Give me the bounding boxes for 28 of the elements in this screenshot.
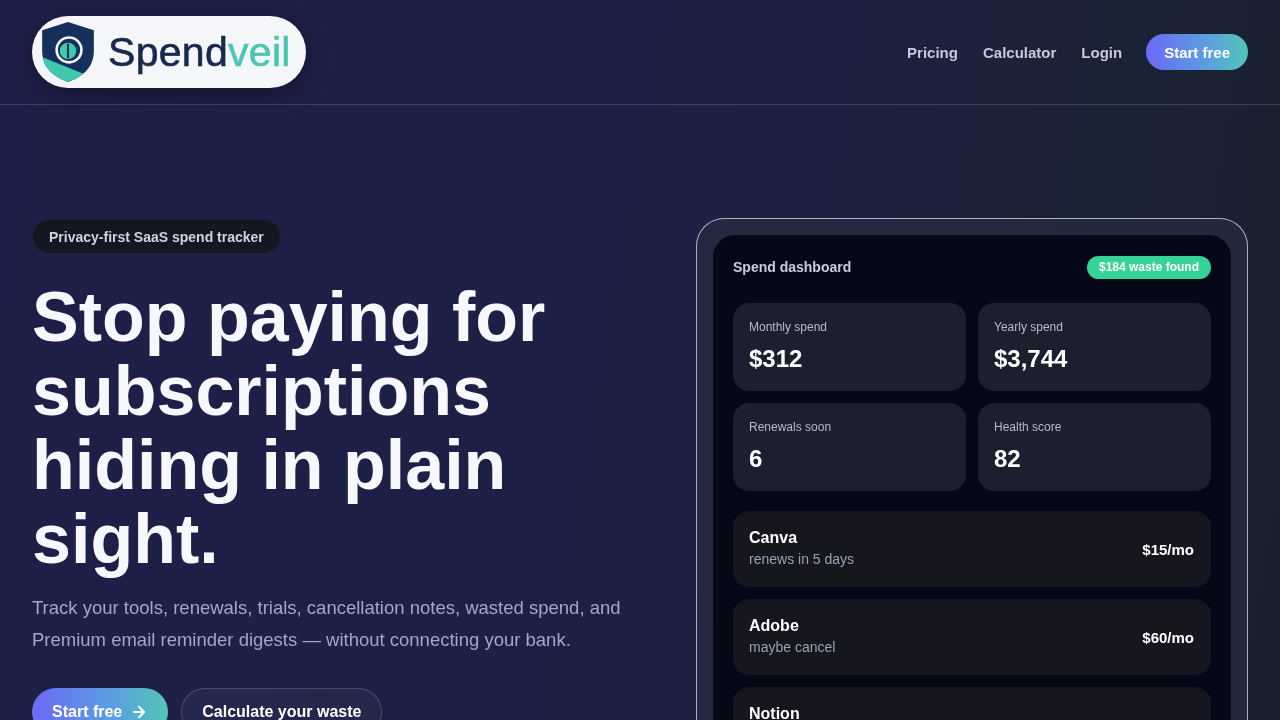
subscription-note: renews in 5 days — [749, 550, 855, 569]
hero-headline: Stop paying for subscriptions hiding in plain sight. — [32, 280, 547, 576]
logo[interactable]: Spendveil — [32, 16, 306, 88]
dashboard-title: Spend dashboard — [733, 259, 852, 275]
tagline-pill: Privacy-first SaaS spend tracker — [32, 219, 281, 254]
subscription-price: $60/mo — [1142, 628, 1194, 646]
subscription-name: Adobe — [749, 616, 800, 636]
stat-label: Renewals soon — [749, 419, 833, 435]
start-free-button[interactable]: Start free — [32, 688, 169, 720]
stat-value: 6 — [749, 444, 764, 474]
stat-value: $312 — [749, 344, 804, 374]
nav-link[interactable]: Calculator — [982, 43, 1057, 61]
shield-coin-icon — [40, 21, 96, 83]
subscription-name: Notion — [749, 704, 800, 720]
subscription-note: maybe cancel — [749, 638, 836, 657]
subscription-name: Canva — [749, 528, 799, 548]
stat-label: Monthly spend — [749, 319, 829, 335]
calculate-button[interactable]: Calculate your waste — [181, 688, 383, 720]
stat-value: 82 — [994, 444, 1022, 474]
logo-wordmark: Spendveil — [108, 28, 291, 76]
stat-value: $3,744 — [994, 344, 1069, 374]
hero-description: Track your tools, renewals, trials, cancellation notes, wasted spend, and Premium email reminder digests — without connecting your bank. — [32, 596, 622, 652]
stat-label: Health score — [994, 419, 1063, 435]
nav-link[interactable]: Pricing — [907, 43, 958, 61]
stat-label: Yearly spend — [994, 319, 1064, 335]
waste-badge: $184 waste found — [1086, 255, 1211, 279]
nav-link[interactable]: Login — [1081, 43, 1123, 61]
subscription-price: $15/mo — [1142, 540, 1194, 558]
